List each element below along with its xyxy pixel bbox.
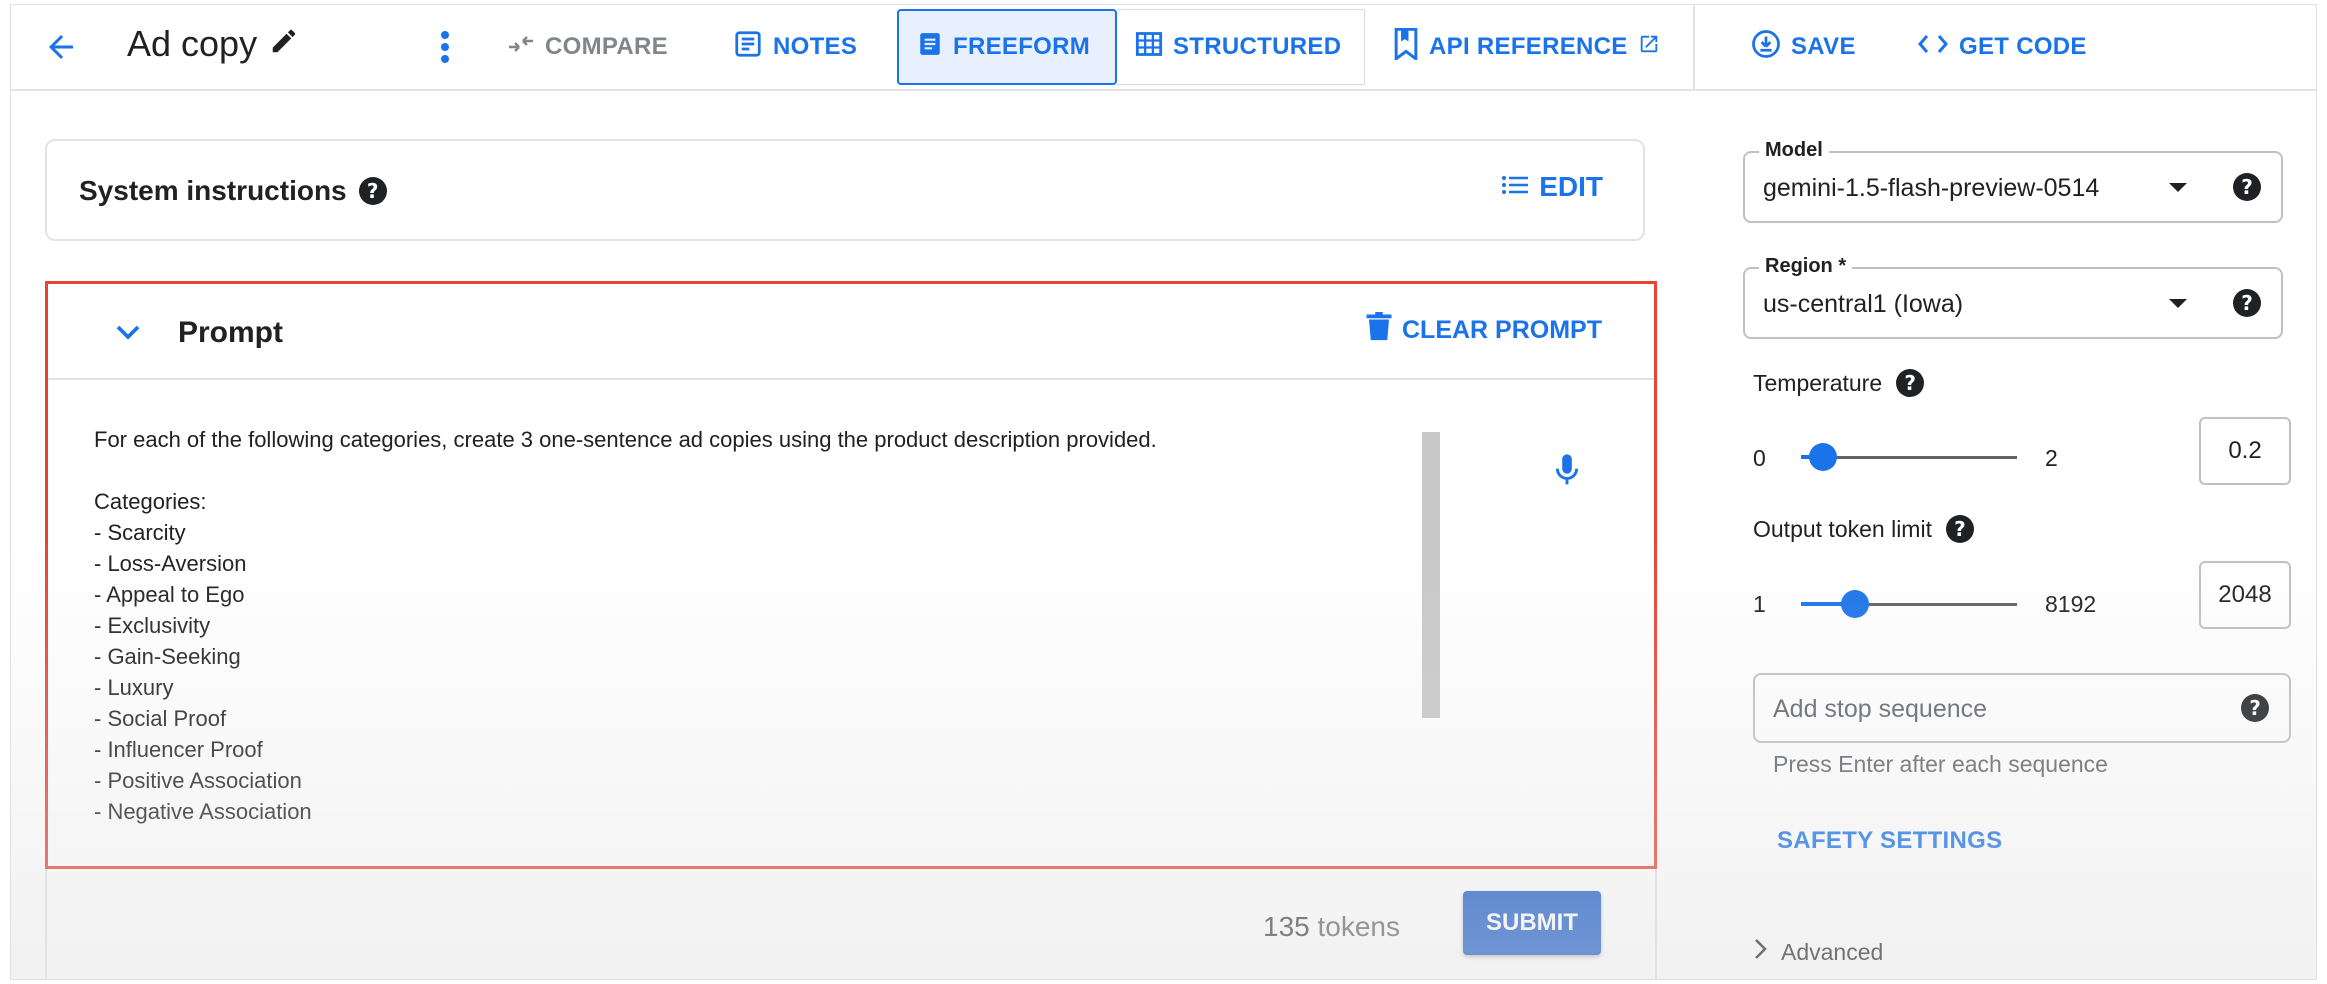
page-title: Ad copy — [127, 23, 299, 65]
chevron-right-icon — [1753, 937, 1769, 967]
region-label: Region * — [1759, 255, 1853, 278]
clear-prompt-button[interactable]: CLEAR PROMPT — [1366, 312, 1602, 349]
output-token-label: Output token limit — [1753, 515, 1932, 542]
edit-label: EDIT — [1539, 171, 1603, 202]
prompt-title: Prompt — [178, 316, 283, 349]
prompt-scrollbar[interactable] — [1422, 432, 1440, 718]
save-button[interactable]: SAVE — [1733, 9, 1874, 85]
pencil-icon[interactable] — [269, 23, 299, 65]
clear-prompt-label: CLEAR PROMPT — [1402, 316, 1602, 344]
structured-tab[interactable]: STRUCTURED — [1117, 9, 1365, 85]
trash-icon — [1366, 312, 1392, 349]
chevron-down-icon[interactable] — [108, 312, 148, 352]
region-select[interactable]: Region * us-central1 (Iowa) ? — [1743, 255, 2283, 339]
temperature-slider-thumb[interactable] — [1808, 443, 1837, 471]
back-arrow-icon[interactable] — [39, 25, 83, 69]
structured-label: STRUCTURED — [1173, 33, 1342, 60]
help-icon[interactable]: ? — [2233, 289, 2261, 317]
prompt-textarea[interactable]: For each of the following categories, cr… — [94, 424, 1434, 832]
advanced-label: Advanced — [1781, 938, 1884, 965]
output-token-max: 8192 — [2045, 591, 2097, 617]
temperature-label: Temperature — [1753, 369, 1883, 396]
system-instructions-title: System instructions — [79, 175, 347, 206]
model-value: gemini-1.5-flash-preview-0514 — [1763, 174, 2100, 202]
stop-sequence-placeholder: Add stop sequence — [1773, 695, 1988, 723]
prompt-card: Prompt CLEAR PROMPT For each of the foll… — [45, 281, 1657, 869]
compare-button[interactable]: COMPARE — [489, 9, 686, 85]
system-instructions-card: System instructions ? EDIT — [45, 139, 1645, 241]
stop-sequence-input[interactable]: Add stop sequence ? — [1753, 673, 2291, 743]
temperature-label-row: Temperature ? — [1753, 369, 1925, 397]
microphone-icon[interactable] — [1552, 452, 1588, 492]
notes-icon — [733, 29, 763, 66]
stop-sequence-hint: Press Enter after each sequence — [1773, 751, 2108, 777]
api-reference-link[interactable]: API REFERENCE — [1375, 9, 1678, 85]
document-icon — [917, 30, 943, 65]
page-title-text: Ad copy — [127, 23, 258, 64]
model-select[interactable]: Model gemini-1.5-flash-preview-0514 ? — [1743, 139, 2283, 223]
prompt-footer — [45, 869, 1657, 979]
app-window: Ad copy COMPARE NOTES FREEFORM STRUCTURE… — [10, 4, 2317, 980]
bookmark-icon — [1393, 27, 1419, 67]
safety-settings-button[interactable]: SAFETY SETTINGS — [1777, 827, 2002, 855]
freeform-label: FREEFORM — [953, 33, 1091, 60]
system-instructions-heading: System instructions ? — [79, 175, 387, 207]
more-options-icon[interactable] — [425, 25, 465, 69]
temperature-min: 0 — [1753, 445, 1766, 471]
list-icon — [1501, 171, 1529, 203]
save-label: SAVE — [1791, 33, 1856, 60]
model-label: Model — [1759, 139, 1829, 162]
submit-button[interactable]: SUBMIT — [1463, 891, 1601, 955]
prompt-header: Prompt CLEAR PROMPT — [48, 284, 1654, 380]
dropdown-arrow-icon[interactable] — [2169, 299, 2187, 308]
help-icon[interactable]: ? — [1896, 369, 1925, 397]
output-token-input[interactable]: 2048 — [2199, 561, 2291, 629]
open-in-new-icon — [1638, 33, 1660, 62]
compare-arrows-icon — [507, 33, 535, 62]
advanced-toggle[interactable]: Advanced — [1753, 937, 1883, 967]
help-icon[interactable]: ? — [1945, 515, 1974, 543]
download-circle-icon — [1751, 29, 1781, 66]
help-icon[interactable]: ? — [2241, 694, 2269, 722]
token-count: 135 tokens — [1263, 911, 1400, 943]
table-icon — [1135, 30, 1163, 65]
token-count-unit: tokens — [1317, 911, 1401, 942]
api-reference-label: API REFERENCE — [1429, 33, 1628, 60]
edit-system-instructions-button[interactable]: EDIT — [1501, 171, 1603, 203]
help-icon[interactable]: ? — [2233, 173, 2261, 201]
get-code-button[interactable]: GET CODE — [1899, 9, 2105, 85]
code-icon — [1917, 32, 1949, 63]
output-token-label-row: Output token limit ? — [1753, 515, 1974, 543]
top-toolbar: Ad copy COMPARE NOTES FREEFORM STRUCTURE… — [11, 5, 2316, 91]
temperature-input[interactable]: 0.2 — [2199, 417, 2291, 485]
freeform-tab[interactable]: FREEFORM — [897, 9, 1117, 85]
get-code-label: GET CODE — [1959, 33, 2087, 60]
compare-label: COMPARE — [545, 33, 668, 60]
region-value: us-central1 (Iowa) — [1763, 290, 1964, 318]
help-icon[interactable]: ? — [358, 177, 387, 205]
dropdown-arrow-icon[interactable] — [2169, 183, 2187, 192]
token-count-value: 135 — [1263, 911, 1310, 942]
output-token-slider-thumb[interactable] — [1841, 590, 1869, 618]
notes-button[interactable]: NOTES — [715, 9, 875, 85]
notes-label: NOTES — [773, 33, 858, 60]
panel-divider — [1693, 5, 1695, 89]
temperature-max: 2 — [2045, 445, 2058, 471]
output-token-min: 1 — [1753, 591, 1766, 617]
